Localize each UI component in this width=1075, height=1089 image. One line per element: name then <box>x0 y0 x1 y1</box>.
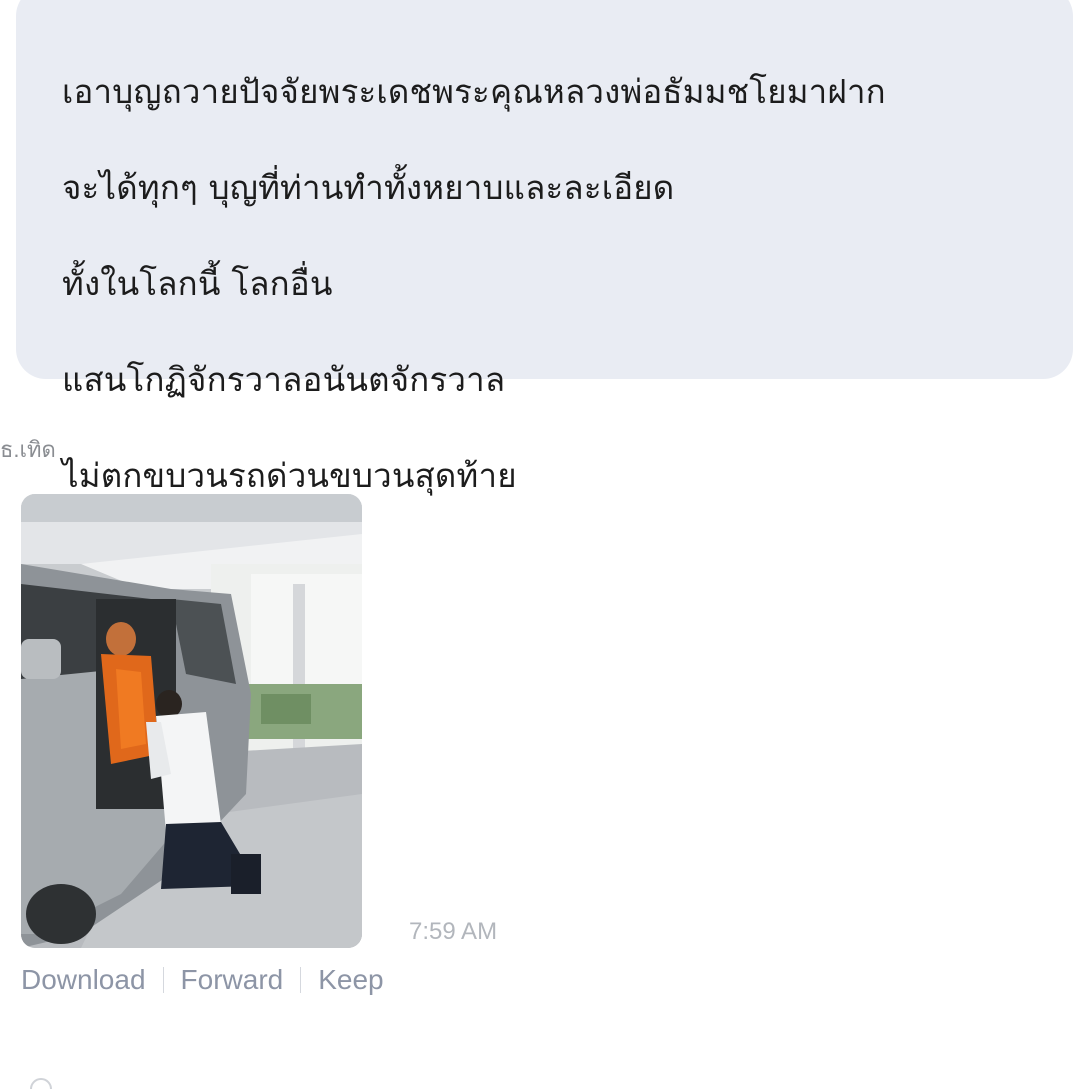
action-divider <box>162 967 164 993</box>
forward-link[interactable]: Forward <box>181 964 284 996</box>
message-line: ทั้งในโลกนี้ โลกอื่น <box>62 264 333 303</box>
action-divider <box>300 967 302 993</box>
message-line: จะได้ทุกๆ บุญที่ท่านทำทั้งหยาบและละเอียด <box>62 168 675 207</box>
photo-attachment[interactable] <box>21 494 362 948</box>
message-timestamp: 7:59 AM <box>409 918 498 945</box>
chat-view: เอาบุญถวายปัจจัยพระเดชพระคุณหลวงพ่อธัมมช… <box>0 0 1075 1089</box>
sender-name: ธ.เทิด <box>0 437 56 462</box>
message-line: แสนโกฏิจักรวาลอนันตจักรวาล <box>62 360 506 399</box>
photo-actions: Download Forward Keep <box>21 964 384 996</box>
avatar[interactable] <box>30 1078 52 1089</box>
message-line: เอาบุญถวายปัจจัยพระเดชพระคุณหลวงพ่อธัมมช… <box>62 72 886 111</box>
keep-link[interactable]: Keep <box>318 964 383 996</box>
download-link[interactable]: Download <box>21 964 146 996</box>
photo-image <box>21 494 362 948</box>
message-bubble: เอาบุญถวายปัจจัยพระเดชพระคุณหลวงพ่อธัมมช… <box>16 0 1073 687</box>
message-line: ไม่ตกขบวนรถด่วนขบวนสุดท้าย <box>62 456 517 495</box>
